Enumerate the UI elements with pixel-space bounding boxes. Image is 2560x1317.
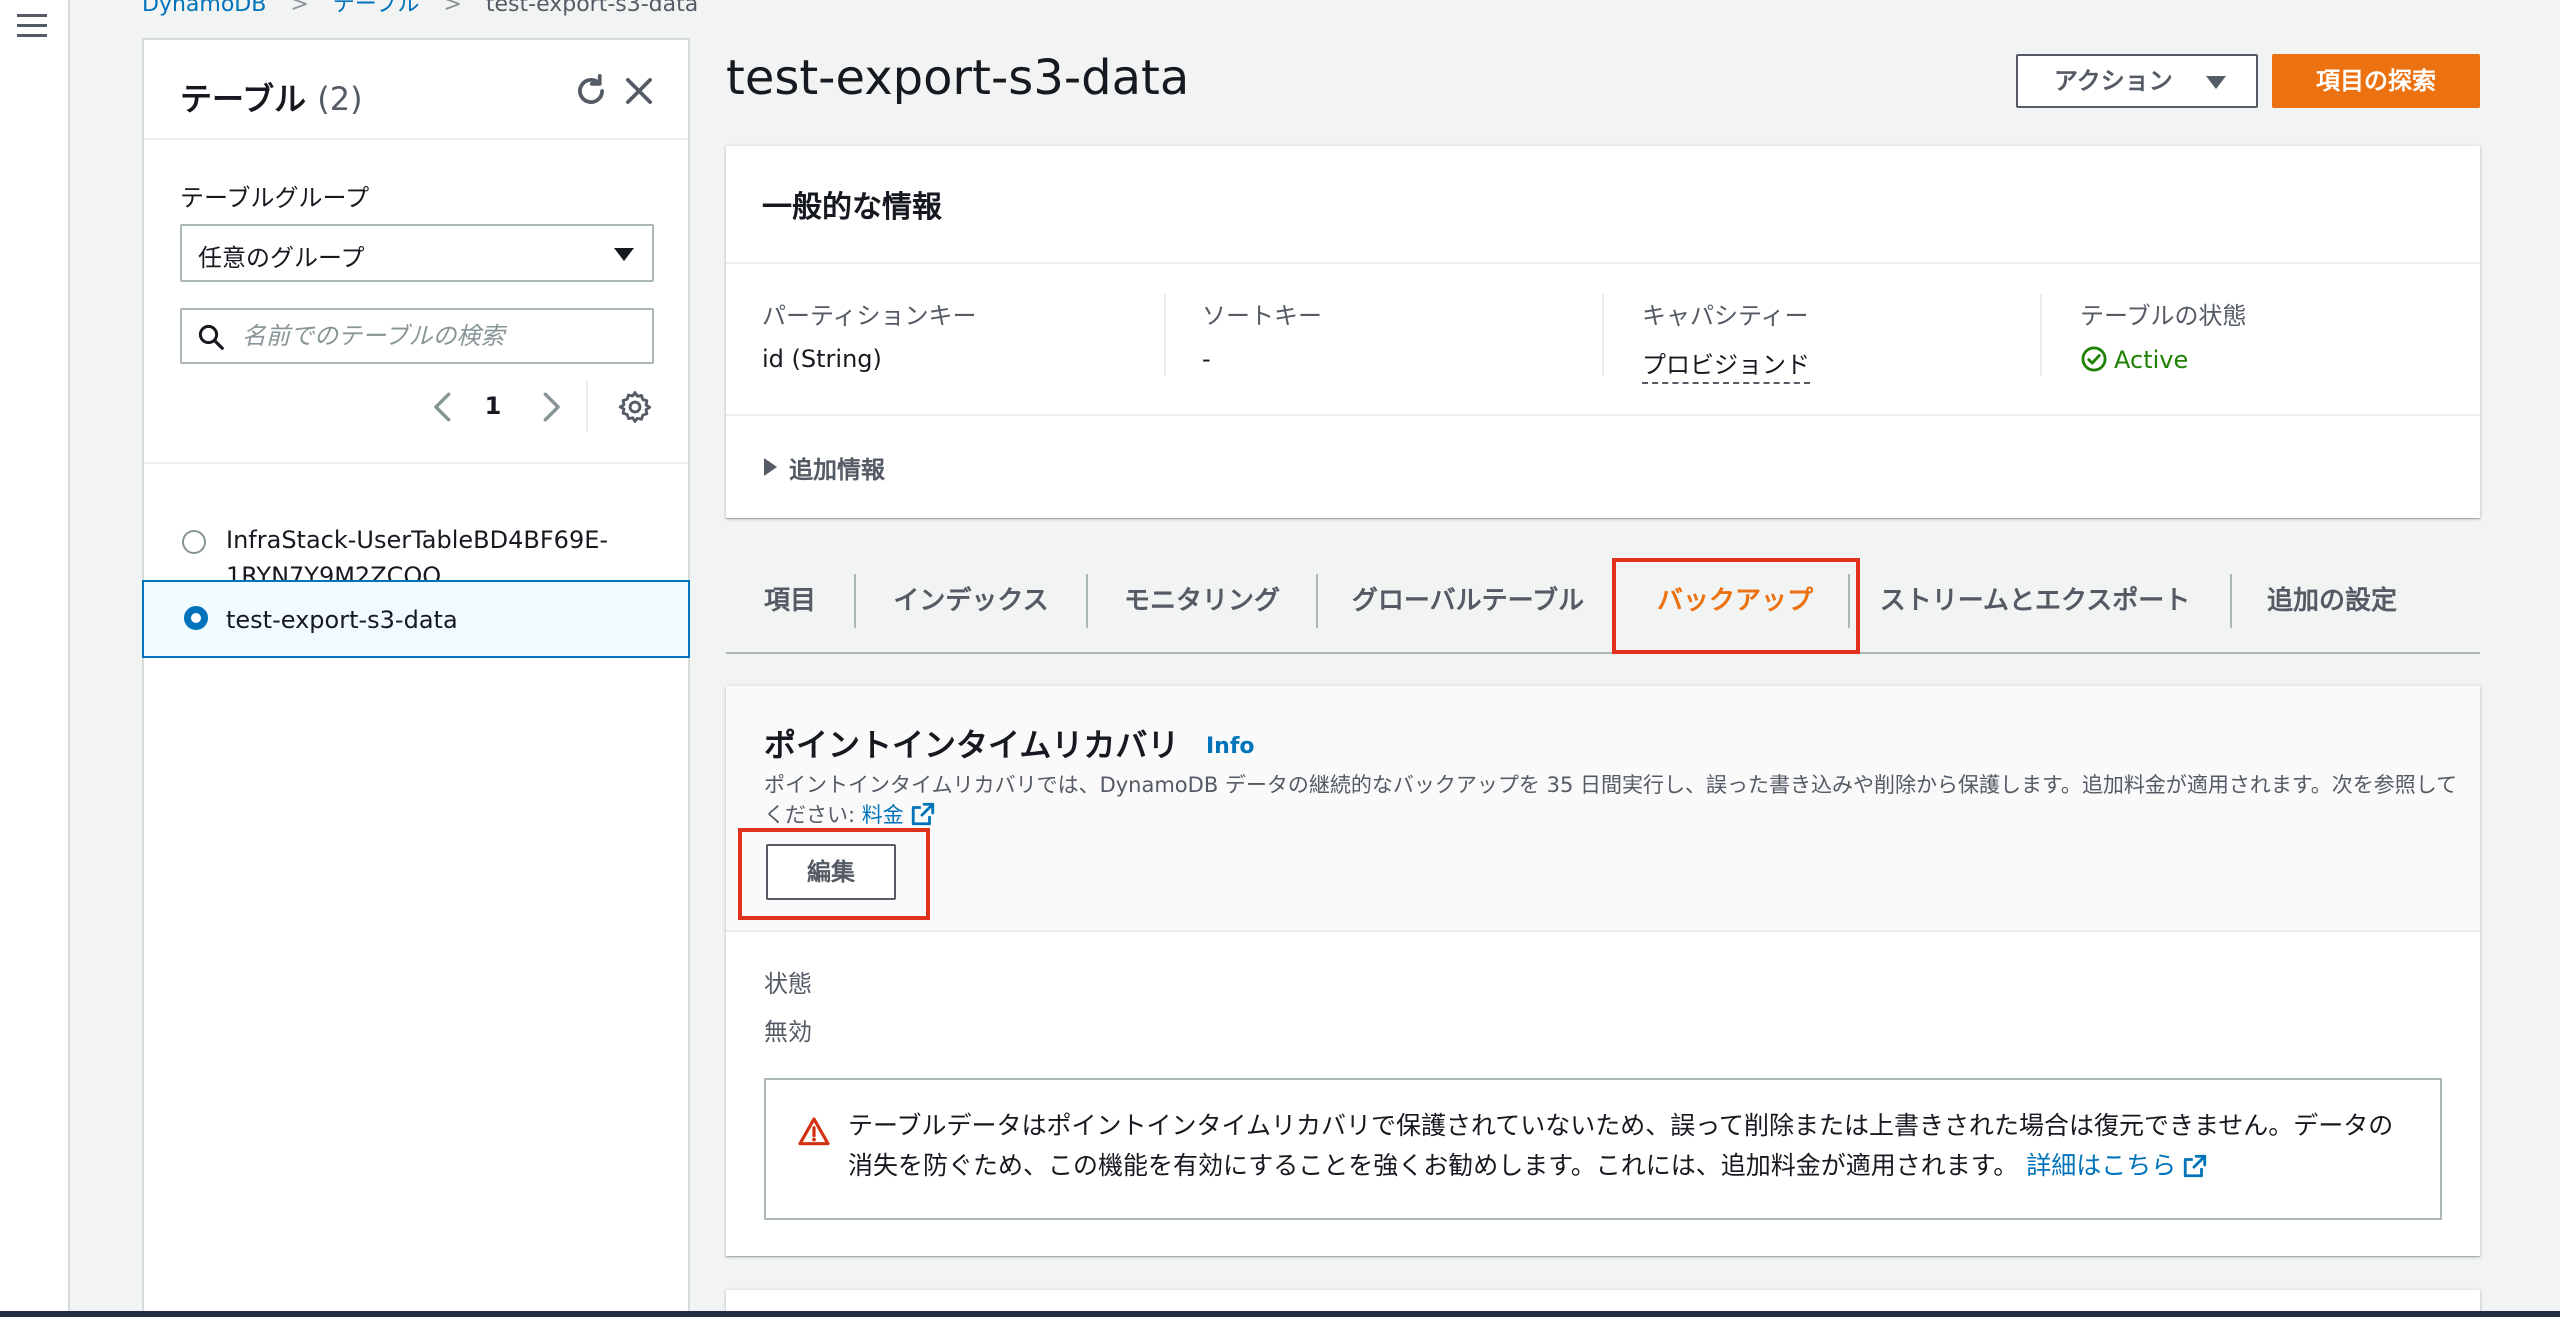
page-title: test-export-s3-data [726,50,1190,106]
details-link[interactable]: 詳細はこちら [2026,1151,2176,1180]
info-link[interactable]: Info [1206,734,1255,759]
refresh-icon[interactable] [572,72,610,110]
close-icon[interactable] [620,72,658,110]
breadcrumb: DynamoDB > テーブル > test-export-s3-data [142,0,698,18]
caret-down-icon [2206,76,2226,89]
warning-alert: テーブルデータはポイントインタイムリカバリで保護されていないため、誤って削除また… [764,1078,2442,1220]
field-label: ソートキー [1202,302,1322,330]
pitr-description: ポイントインタイムリカバリでは、DynamoDB データの継続的なバックアップを… [764,770,2464,830]
bottom-bar [0,1311,2560,1317]
tab-indexes[interactable]: インデックス [856,560,1086,652]
field-value: id (String) [762,345,882,373]
panel-title-text: テーブル [180,80,307,118]
caret-down-icon [614,248,634,261]
caret-right-icon [764,458,777,476]
table-list-item-selected[interactable]: test-export-s3-data [142,580,690,658]
divider [586,380,588,432]
gear-icon[interactable] [618,390,652,424]
external-link-icon[interactable] [2182,1153,2208,1179]
breadcrumb-tables[interactable]: テーブル [333,0,420,17]
tab-global-tables[interactable]: グローバルテーブル [1318,560,1618,652]
field-label: キャパシティー [1642,302,1809,330]
divider [144,462,688,464]
tab-monitoring[interactable]: モニタリング [1088,560,1316,652]
external-link-icon[interactable] [910,801,936,827]
search-icon [198,324,224,350]
field-value: - [1202,345,1211,373]
actions-label: アクション [2054,67,2173,95]
tab-bar: 項目 インデックス モニタリング グローバルテーブル バックアップ ストリームと… [726,560,2480,654]
pricing-link[interactable]: 料金 [862,803,904,827]
general-info-title: 一般的な情報 [762,190,942,225]
warning-icon [798,1117,830,1146]
tab-additional-settings[interactable]: 追加の設定 [2232,560,2432,652]
status-text: Active [2114,346,2189,374]
divider [1602,294,1604,376]
divider [1164,294,1166,376]
status-value: 無効 [764,1018,812,1046]
search-input[interactable] [242,318,642,354]
pitr-description-text: ポイントインタイムリカバリでは、DynamoDB データの継続的なバックアップを… [764,773,2458,827]
chevron-right-icon[interactable] [536,390,566,424]
page-number[interactable]: 1 [478,392,508,420]
more-info-label: 追加情報 [789,456,885,484]
divider [144,138,688,140]
sort-key-field: ソートキー - [1202,292,1602,373]
field-label: テーブルの状態 [2080,302,2247,330]
pitr-title: ポイントインタイムリカバリ [764,726,1180,764]
search-box[interactable] [180,308,654,364]
breadcrumb-current: test-export-s3-data [485,0,699,17]
pitr-header: ポイントインタイムリカバリ Info ポイントインタイムリカバリでは、Dynam… [726,686,2480,932]
breadcrumb-dynamodb[interactable]: DynamoDB [142,0,266,17]
radio-button-selected[interactable] [184,606,208,630]
status-badge: Active [2080,345,2480,374]
field-label: パーティションキー [762,302,977,330]
capacity-value[interactable]: プロビジョンド [1642,345,1810,384]
group-select[interactable]: 任意のグループ [180,224,654,282]
more-info-toggle[interactable]: 追加情報 [764,450,885,485]
menu-icon[interactable] [17,14,47,38]
breadcrumb-separator: > [443,0,462,17]
group-select-value: 任意のグループ [198,244,365,272]
partition-key-field: パーティションキー id (String) [762,292,1162,373]
tab-items[interactable]: 項目 [726,560,854,652]
warning-text: テーブルデータはポイントインタイムリカバリで保護されていないため、誤って削除また… [848,1106,2418,1186]
table-count: (2) [317,80,363,118]
chevron-left-icon[interactable] [428,390,458,424]
pitr-card: ポイントインタイムリカバリ Info ポイントインタイムリカバリでは、Dynam… [726,686,2480,1256]
divider [726,414,2480,416]
tab-streams-export[interactable]: ストリームとエクスポート [1850,560,2220,652]
tables-panel: テーブル (2) テーブルグループ 任意のグループ 1 InfraStack-U… [142,38,690,1311]
explore-items-button[interactable]: 項目の探索 [2272,54,2480,108]
group-label: テーブルグループ [180,184,370,212]
capacity-field: キャパシティー プロビジョンド [1642,292,2042,384]
tab-backups[interactable]: バックアップ [1622,560,1848,652]
table-status-field: テーブルの状態 Active [2080,292,2480,374]
panel-title: テーブル (2) [180,74,363,120]
breadcrumb-separator: > [290,0,309,17]
divider [2040,294,2042,376]
actions-button[interactable]: アクション [2016,54,2258,108]
radio-button[interactable] [182,530,206,554]
edit-button[interactable]: 編集 [766,844,896,900]
general-info-card: 一般的な情報 パーティションキー id (String) ソートキー - キャパ… [726,146,2480,518]
table-name: test-export-s3-data [226,606,458,634]
check-circle-icon [2081,346,2107,372]
divider [726,262,2480,264]
status-label: 状態 [764,970,812,998]
left-rail [0,0,70,1311]
